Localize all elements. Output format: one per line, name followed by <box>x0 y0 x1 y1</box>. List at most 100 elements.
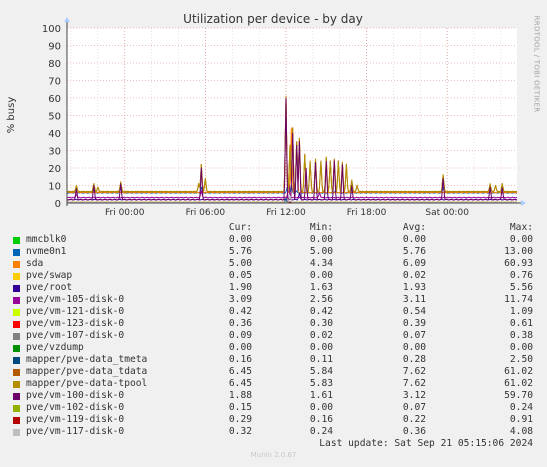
legend-value-cur: 1.90 <box>228 282 252 293</box>
legend-row: mapper/pve-data_tmeta 0.16 0.11 0.28 2.50 <box>0 354 547 366</box>
legend-row: nvme0n1 5.76 5.00 5.76 13.00 <box>0 246 547 258</box>
legend-value-min: 0.24 <box>309 426 333 437</box>
y-tick-label: 100 <box>42 24 61 35</box>
legend-value-avg: 0.02 <box>402 270 426 281</box>
legend-row: pve/vm-107-disk-0 0.09 0.02 0.07 0.38 <box>0 330 547 342</box>
legend-row: mapper/pve-data-tpool 6.45 5.83 7.62 61.02 <box>0 378 547 390</box>
legend-swatch <box>13 357 20 364</box>
legend-series-name: pve/vm-121-disk-0 <box>26 306 125 317</box>
legend-swatch <box>13 333 20 340</box>
legend-value-cur: 0.09 <box>228 330 252 341</box>
legend-value-avg: 0.28 <box>402 354 426 365</box>
legend-row: mmcblk0 0.00 0.00 0.00 0.00 <box>0 234 547 246</box>
legend-value-cur: 0.36 <box>228 318 252 329</box>
rrdtool-watermark: RRDTOOL / TOBI OETIKER <box>532 15 541 113</box>
legend-value-avg: 6.09 <box>402 258 426 269</box>
legend-row: pve/vm-123-disk-0 0.36 0.30 0.39 0.61 <box>0 318 547 330</box>
legend-value-max: 0.61 <box>509 318 533 329</box>
x-tick-label: Fri 18:00 <box>347 208 387 218</box>
legend-value-max: 0.24 <box>509 402 533 413</box>
legend-value-avg: 0.36 <box>402 426 426 437</box>
legend-series-name: mapper/pve-data_tdata <box>26 366 148 377</box>
legend-series-name: pve/vm-105-disk-0 <box>26 294 125 305</box>
legend-value-avg: 0.07 <box>402 402 426 413</box>
legend-value-cur: 0.32 <box>228 426 252 437</box>
legend-series-name: pve/vm-107-disk-0 <box>26 330 125 341</box>
legend-value-max: 13.00 <box>504 246 533 257</box>
legend-row: mapper/pve-data_tdata 6.45 5.84 7.62 61.02 <box>0 366 547 378</box>
legend-series-name: sda <box>26 258 44 269</box>
y-tick-label: 70 <box>48 77 61 88</box>
utilization-chart: Utilization per device - by day % busy 0… <box>6 12 526 218</box>
legend-series-name: pve/vm-123-disk-0 <box>26 318 125 329</box>
chart-title: Utilization per device - by day <box>183 12 363 26</box>
y-tick-label: 50 <box>48 112 61 123</box>
legend-value-avg: 3.11 <box>402 294 426 305</box>
legend-value-max: 61.02 <box>504 378 533 389</box>
legend-value-avg: 3.12 <box>402 390 426 401</box>
legend-value-avg: 7.62 <box>402 378 426 389</box>
legend-header: Cur: Min: Avg: Max: <box>0 222 547 234</box>
legend-value-cur: 0.16 <box>228 354 252 365</box>
legend-value-cur: 6.45 <box>228 378 252 389</box>
x-tick-label: Sat 00:00 <box>425 208 469 218</box>
legend-value-min: 0.42 <box>309 306 333 317</box>
legend-series-name: mmcblk0 <box>26 234 67 245</box>
y-tick-label: 0 <box>55 199 61 210</box>
legend-series-name: pve/vzdump <box>26 342 84 353</box>
legend-value-avg: 0.07 <box>402 330 426 341</box>
header-max: Max: <box>509 222 533 233</box>
legend-value-max: 0.00 <box>509 342 533 353</box>
legend-swatch <box>13 393 20 400</box>
legend-row: pve/vm-121-disk-0 0.42 0.42 0.54 1.09 <box>0 306 547 318</box>
legend-value-cur: 0.00 <box>228 342 252 353</box>
legend-swatch <box>13 417 20 424</box>
y-tick-label: 90 <box>48 42 61 53</box>
legend-swatch <box>13 381 20 388</box>
legend-row: sda 5.00 4.34 6.09 60.93 <box>0 258 547 270</box>
legend-value-min: 1.61 <box>309 390 333 401</box>
y-tick-label: 80 <box>48 59 61 70</box>
y-axis-label: % busy <box>6 97 17 134</box>
legend-value-cur: 1.88 <box>228 390 252 401</box>
legend-value-avg: 7.62 <box>402 366 426 377</box>
legend-value-max: 11.74 <box>504 294 533 305</box>
legend-swatch <box>13 237 20 244</box>
header-avg: Avg: <box>402 222 426 233</box>
legend-value-avg: 1.93 <box>402 282 426 293</box>
legend-swatch <box>13 345 20 352</box>
legend-swatch <box>13 369 20 376</box>
legend-series-name: pve/root <box>26 282 73 293</box>
legend-value-max: 1.09 <box>509 306 533 317</box>
legend-value-cur: 0.15 <box>228 402 252 413</box>
legend-value-avg: 0.39 <box>402 318 426 329</box>
legend-value-cur: 3.09 <box>228 294 252 305</box>
legend-series-name: mapper/pve-data-tpool <box>26 378 148 389</box>
legend-value-cur: 6.45 <box>228 366 252 377</box>
legend-value-cur: 0.42 <box>228 306 252 317</box>
legend-row: pve/swap 0.05 0.00 0.02 0.76 <box>0 270 547 282</box>
legend-value-avg: 0.00 <box>402 234 426 245</box>
legend-value-min: 0.00 <box>309 234 333 245</box>
legend-row: pve/vm-105-disk-0 3.09 2.56 3.11 11.74 <box>0 294 547 306</box>
legend-row: pve/vzdump 0.00 0.00 0.00 0.00 <box>0 342 547 354</box>
legend-value-cur: 0.00 <box>228 234 252 245</box>
legend-value-max: 59.70 <box>504 390 533 401</box>
legend-series-name: nvme0n1 <box>26 246 67 257</box>
legend-value-avg: 0.54 <box>402 306 426 317</box>
y-tick-label: 20 <box>48 164 61 175</box>
legend-value-max: 2.50 <box>509 354 533 365</box>
legend-swatch <box>13 273 20 280</box>
header-cur: Cur: <box>228 222 252 233</box>
legend-swatch <box>13 321 20 328</box>
legend-value-min: 0.00 <box>309 270 333 281</box>
legend-row: pve/root 1.90 1.63 1.93 5.56 <box>0 282 547 294</box>
legend-value-min: 0.30 <box>309 318 333 329</box>
legend-series-name: mapper/pve-data_tmeta <box>26 354 148 365</box>
x-tick-label: Fri 00:00 <box>105 208 145 218</box>
y-tick-label: 10 <box>48 182 61 193</box>
legend-value-min: 5.00 <box>309 246 333 257</box>
legend-value-cur: 0.05 <box>228 270 252 281</box>
legend-value-max: 5.56 <box>509 282 533 293</box>
legend-value-min: 0.16 <box>309 414 333 425</box>
